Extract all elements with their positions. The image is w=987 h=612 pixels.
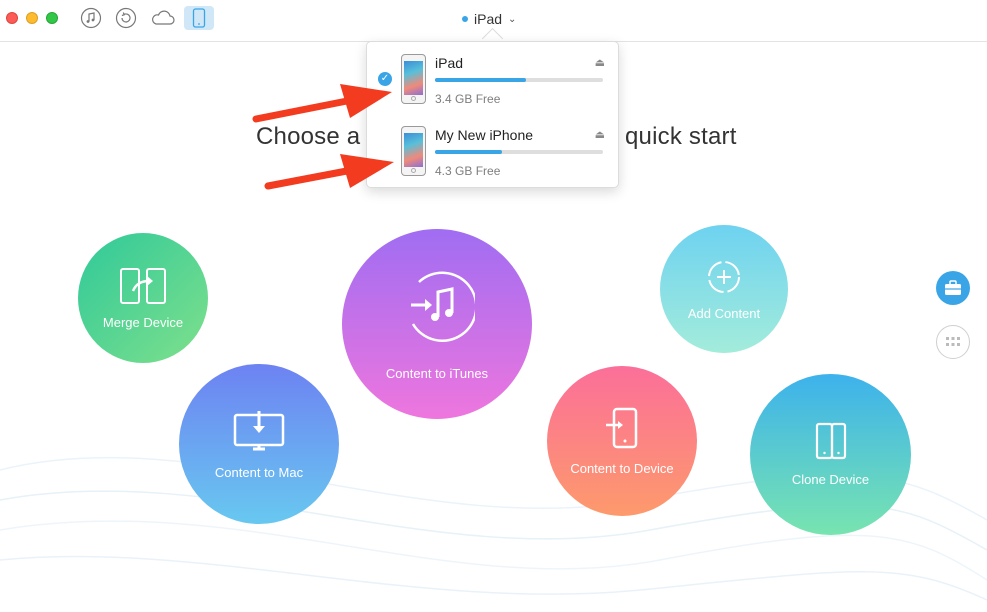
cloud-icon — [152, 10, 175, 25]
content-to-mac-label: Content to Mac — [214, 464, 304, 480]
storage-bar — [435, 150, 603, 154]
minimize-window-button[interactable] — [26, 12, 38, 24]
iphone-device-icon — [401, 126, 426, 176]
add-content-button[interactable]: Add Content — [660, 225, 788, 353]
clone-phones-icon — [815, 422, 846, 460]
app-grid-button[interactable] — [936, 325, 970, 359]
storage-bar — [435, 78, 603, 82]
clone-device-label: Clone Device — [791, 472, 870, 487]
content-to-device-label: Content to Device — [570, 460, 674, 476]
chevron-down-icon: ⌄ — [508, 13, 517, 25]
eject-icon[interactable]: ⏏ — [595, 56, 605, 69]
storage-bar-fill — [435, 78, 526, 82]
device-free-space: 3.4 GB Free — [435, 92, 501, 106]
storage-bar-fill — [435, 150, 503, 154]
merge-icon — [120, 267, 166, 304]
monitor-download-icon — [233, 410, 285, 450]
music-note-icon — [80, 7, 102, 29]
toolbox-icon — [945, 280, 961, 295]
device-dropdown: ✓ iPad ⏏ 3.4 GB Free My New iPhone ⏏ 4.3… — [366, 41, 619, 188]
phone-import-icon — [606, 407, 638, 448]
device-free-space: 4.3 GB Free — [435, 164, 501, 178]
merge-device-button[interactable]: Merge Device — [78, 233, 208, 363]
device-selector[interactable]: iPad ⌄ — [462, 8, 516, 30]
phone-icon — [192, 8, 206, 28]
grid-icon — [946, 337, 960, 346]
close-window-button[interactable] — [6, 12, 18, 24]
clone-device-button[interactable]: Clone Device — [750, 374, 911, 535]
merge-device-label: Merge Device — [102, 314, 184, 330]
iphone-device-icon — [401, 54, 426, 104]
device-selector-label: iPad — [474, 11, 503, 27]
headline-left: Choose a s — [256, 123, 380, 150]
music-transfer-icon — [411, 271, 475, 342]
device-name: My New iPhone — [435, 127, 534, 143]
content-to-mac-button[interactable]: Content to Mac — [179, 364, 339, 524]
backup-restore-button[interactable] — [111, 6, 141, 30]
headline-right: quick start — [625, 123, 737, 150]
icloud-button[interactable] — [148, 6, 178, 30]
content-to-itunes-label: Content to iTunes — [385, 365, 489, 381]
device-row-iphone[interactable]: My New iPhone ⏏ 4.3 GB Free — [367, 116, 618, 186]
device-name: iPad — [435, 55, 464, 71]
content-to-device-button[interactable]: Content to Device — [547, 366, 697, 516]
restore-icon — [115, 7, 137, 29]
add-content-label: Add Content — [687, 305, 761, 321]
eject-icon[interactable]: ⏏ — [595, 128, 605, 141]
connected-dot — [462, 16, 468, 22]
content-to-itunes-button[interactable]: Content to iTunes — [342, 229, 532, 419]
selected-check-icon: ✓ — [378, 72, 392, 86]
toolbox-button[interactable] — [936, 271, 970, 305]
maximize-window-button[interactable] — [46, 12, 58, 24]
device-row-ipad[interactable]: ✓ iPad ⏏ 3.4 GB Free — [367, 44, 618, 114]
itunes-library-button[interactable] — [76, 6, 106, 30]
add-circle-icon — [708, 260, 740, 293]
device-manager-button[interactable] — [184, 6, 214, 30]
